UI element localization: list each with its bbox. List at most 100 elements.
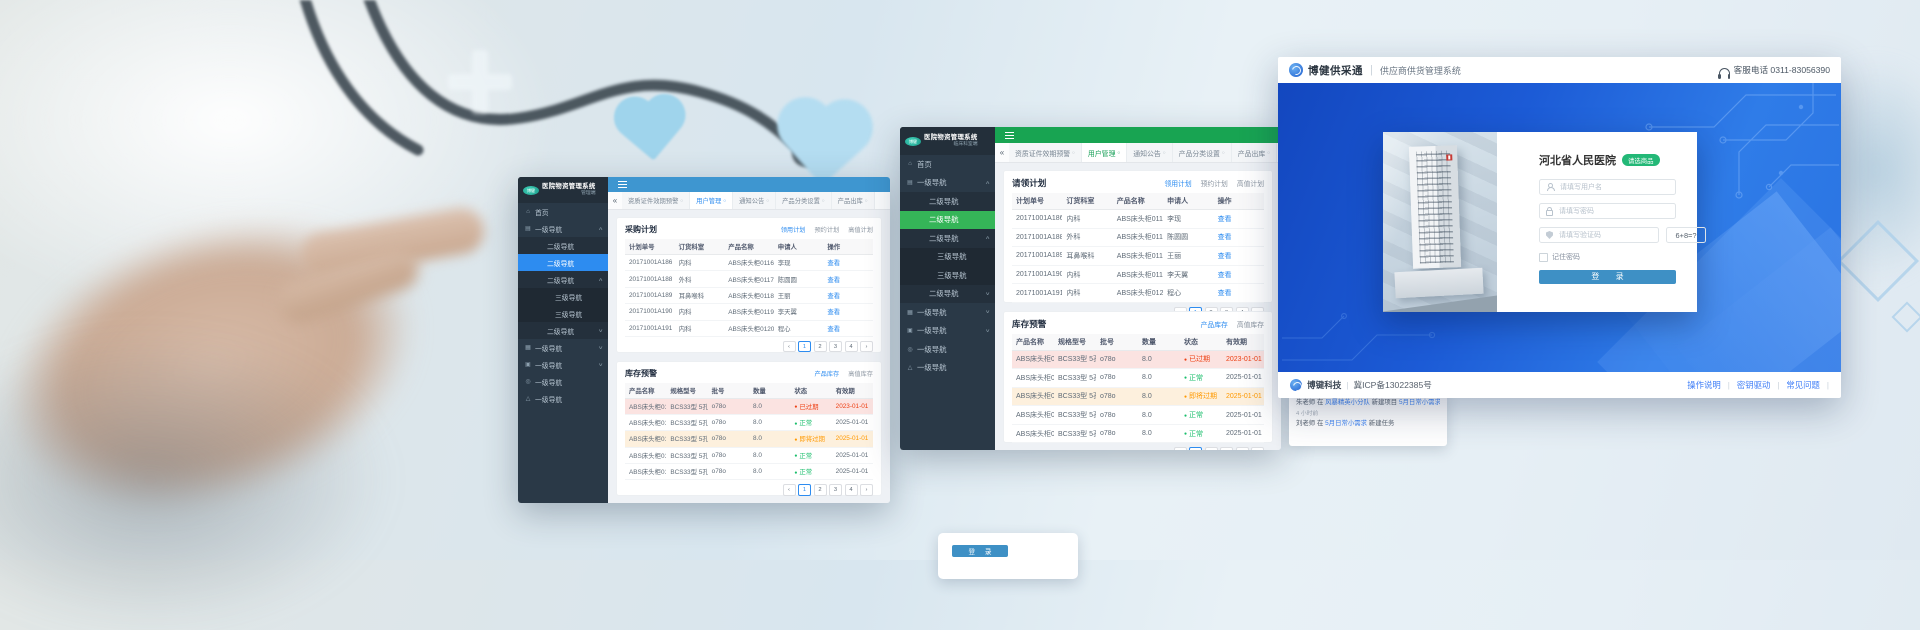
plan-link[interactable]: 领用计划 xyxy=(781,225,806,234)
sidebar-item[interactable]: 二级导航 xyxy=(900,211,995,230)
page-button[interactable]: 2 xyxy=(814,341,827,353)
page-button[interactable]: 4 xyxy=(845,484,858,496)
stock-link[interactable]: 产品库存 xyxy=(1201,319,1228,329)
page-button[interactable]: 2 xyxy=(814,484,827,496)
table-row[interactable]: 20171001A188 外科 ABS床头柜0117 陈圆圆 查看 xyxy=(1012,228,1264,247)
page-button[interactable]: 2 xyxy=(1205,447,1218,450)
tab-close-icon[interactable]: ○ xyxy=(1072,150,1075,155)
remember-password[interactable]: 记住密码 xyxy=(1539,252,1676,262)
tab-close-icon[interactable]: ○ xyxy=(680,198,683,203)
table-row[interactable]: ABS床头柜0116 BCS33型 5孔 右 o78o 8.0 ●已过期 202… xyxy=(625,398,873,414)
page-button[interactable]: 1 xyxy=(798,484,811,496)
table-row[interactable]: ABS床头柜0120 BCS33型 5孔 右 o78o 8.0 ●正常 2025… xyxy=(1012,424,1264,443)
table-row[interactable]: 20171001A189 耳鼻喉科 ABS床头柜0118 王丽 查看 xyxy=(1012,247,1264,266)
stock-link[interactable]: 高值库存 xyxy=(848,369,873,378)
captcha-question[interactable]: 6+8=? xyxy=(1666,227,1706,243)
collapse-tabs-icon[interactable]: « xyxy=(608,192,622,209)
plan-link[interactable]: 领用计划 xyxy=(1164,178,1191,188)
sidebar-item[interactable]: ◎ 一级导航 xyxy=(900,340,995,359)
view-link[interactable]: 查看 xyxy=(1218,272,1232,279)
tab[interactable]: 资质证件效期预警 ○ xyxy=(622,192,690,209)
sidebar-item[interactable]: 二级导航 ∧ xyxy=(518,271,608,288)
table-row[interactable]: 20171001A188 外科 ABS床头柜0117 陈圆圆 查看 xyxy=(625,271,873,287)
sidebar-item[interactable]: ▦ 一级导航 ∨ xyxy=(900,303,995,322)
tab-close-icon[interactable]: ○ xyxy=(1267,150,1270,155)
view-link[interactable]: 查看 xyxy=(1218,290,1232,297)
table-row[interactable]: 20171001A190 内科 ABS床头柜0119 李天翼 查看 xyxy=(1012,265,1264,284)
menu-toggle-icon[interactable] xyxy=(1005,132,1014,139)
tab[interactable]: 用户管理 ○ xyxy=(1082,143,1127,162)
sidebar-item[interactable]: ▤ 一级导航 ∧ xyxy=(900,174,995,193)
sidebar-item[interactable]: △ 一级导航 xyxy=(518,390,608,407)
footer-link[interactable]: 密钥驱动 xyxy=(1737,379,1771,391)
table-row[interactable]: ABS床头柜0118 BCS33型 5孔 右 o78o 8.0 ●即将过期 20… xyxy=(625,431,873,447)
tab-close-icon[interactable]: ○ xyxy=(723,198,726,203)
tab[interactable]: 通知公告 ○ xyxy=(733,192,776,209)
prev-page-button[interactable]: ‹ xyxy=(783,484,796,496)
page-button[interactable]: 3 xyxy=(829,341,842,353)
sidebar-item[interactable]: 三级导航 xyxy=(518,288,608,305)
sidebar-item[interactable]: ▦ 一级导航 ∨ xyxy=(518,339,608,356)
sidebar-item[interactable]: 二级导航 xyxy=(518,237,608,254)
plan-link[interactable]: 高值计划 xyxy=(1237,178,1264,188)
table-row[interactable]: ABS床头柜0120 BCS33型 5孔 右 o78o 8.0 ●正常 2025… xyxy=(625,464,873,480)
view-link[interactable]: 查看 xyxy=(827,326,840,333)
next-page-button[interactable]: › xyxy=(1251,447,1264,450)
tab[interactable]: 产品出库 ○ xyxy=(1232,143,1277,162)
tab-close-icon[interactable]: ○ xyxy=(766,198,769,203)
sidebar-item[interactable]: 三级导航 xyxy=(518,305,608,322)
view-link[interactable]: 查看 xyxy=(827,277,840,284)
table-row[interactable]: ABS床头柜0118 BCS33型 5孔 右 o78o 8.0 ●即将过期 20… xyxy=(1012,387,1264,406)
remember-checkbox[interactable] xyxy=(1539,253,1548,262)
tab-close-icon[interactable]: ○ xyxy=(865,198,868,203)
footer-link[interactable]: 操作说明 xyxy=(1687,379,1721,391)
prev-page-button[interactable]: ‹ xyxy=(783,341,796,353)
view-link[interactable]: 查看 xyxy=(1218,253,1232,260)
stock-link[interactable]: 高值库存 xyxy=(1237,319,1264,329)
view-link[interactable]: 查看 xyxy=(827,309,840,316)
sidebar-item[interactable]: ▣ 一级导航 ∨ xyxy=(518,356,608,373)
table-row[interactable]: ABS床头柜0116 BCS33型 5孔 右 o78o 8.0 ●已过期 202… xyxy=(1012,350,1264,369)
prev-page-button[interactable]: ‹ xyxy=(1174,447,1187,450)
view-link[interactable]: 查看 xyxy=(1218,216,1232,223)
page-button[interactable]: 3 xyxy=(1220,447,1233,450)
tab[interactable]: 资质证件效期预警 ○ xyxy=(1009,143,1082,162)
fragment-login-button[interactable]: 登 录 xyxy=(952,545,1008,557)
stock-link[interactable]: 产品库存 xyxy=(815,369,840,378)
table-row[interactable]: ABS床头柜0117 BCS33型 5孔 右 o78o 8.0 ●正常 2025… xyxy=(1012,369,1264,388)
tab[interactable]: 产品分类设置 ○ xyxy=(776,192,832,209)
plan-link[interactable]: 预约计划 xyxy=(815,225,840,234)
username-input[interactable] xyxy=(1558,183,1669,192)
page-button[interactable]: 4 xyxy=(845,341,858,353)
sidebar-item[interactable]: 三级导航 xyxy=(900,266,995,285)
select-product-badge[interactable]: 请选商品 xyxy=(1622,154,1660,166)
page-button[interactable]: 4 xyxy=(1236,447,1249,450)
table-row[interactable]: 20171001A191 内科 ABS床头柜0120 程心 查看 xyxy=(1012,284,1264,303)
table-row[interactable]: ABS床头柜0119 BCS33型 5孔 右 o78o 8.0 ●正常 2025… xyxy=(1012,406,1264,425)
sidebar-item[interactable]: ⌂ 首页 xyxy=(900,155,995,174)
table-row[interactable]: 20171001A186 内科 ABS床头柜0116 李现 查看 xyxy=(1012,210,1264,229)
next-page-button[interactable]: › xyxy=(860,341,873,353)
footer-link[interactable]: 常见问题 xyxy=(1786,379,1820,391)
login-button[interactable]: 登 录 xyxy=(1539,270,1676,284)
view-link[interactable]: 查看 xyxy=(1218,234,1232,241)
collapse-tabs-icon[interactable]: « xyxy=(995,143,1009,162)
sidebar-item[interactable]: 二级导航 xyxy=(900,192,995,211)
password-input[interactable] xyxy=(1557,207,1669,216)
table-row[interactable]: ABS床头柜0117 BCS33型 5孔 右 o78o 8.0 ●正常 2025… xyxy=(625,414,873,430)
view-link[interactable]: 查看 xyxy=(827,260,840,267)
view-link[interactable]: 查看 xyxy=(827,293,840,300)
sidebar-item[interactable]: ▤ 一级导航 ∧ xyxy=(518,220,608,237)
table-row[interactable]: 20171001A190 内科 ABS床头柜0119 李天翼 查看 xyxy=(625,304,873,320)
sidebar-item[interactable]: ◎ 一级导航 xyxy=(518,373,608,390)
tab[interactable]: 产品分类设置 ○ xyxy=(1173,143,1232,162)
sidebar-item[interactable]: 二级导航 xyxy=(518,254,608,271)
table-row[interactable]: 20171001A186 内科 ABS床头柜0116 李现 查看 xyxy=(625,255,873,271)
table-row[interactable]: 20171001A189 耳鼻喉科 ABS床头柜0118 王丽 查看 xyxy=(625,287,873,303)
tab-close-icon[interactable]: ○ xyxy=(1163,150,1166,155)
plan-link[interactable]: 高值计划 xyxy=(848,225,873,234)
page-button[interactable]: 3 xyxy=(829,484,842,496)
menu-toggle-icon[interactable] xyxy=(618,181,627,188)
tab-close-icon[interactable]: ○ xyxy=(1117,150,1120,155)
plan-link[interactable]: 预约计划 xyxy=(1201,178,1228,188)
